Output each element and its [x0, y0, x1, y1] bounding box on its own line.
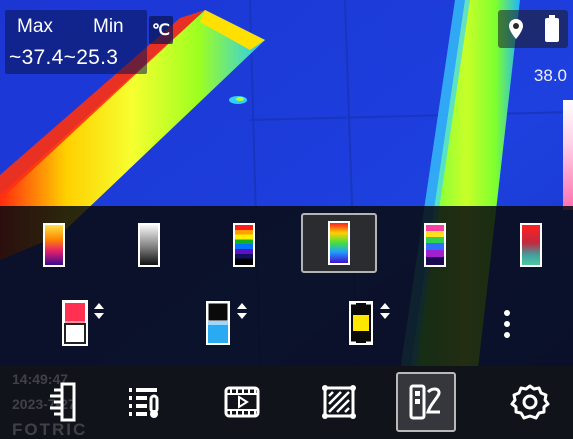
settings-gear-icon	[510, 384, 550, 420]
palette-rainbow-hc-swatch	[233, 223, 255, 267]
temperature-readout: Max Min ~37.4~25.3	[5, 10, 147, 74]
area-crop-button[interactable]	[309, 372, 369, 432]
location-pin-icon	[509, 19, 523, 39]
palette-whitehot-swatch	[138, 223, 160, 267]
scale-max-value: 38.0	[533, 66, 567, 85]
palette-edit-icon	[409, 384, 441, 420]
temperature-unit-badge[interactable]: ℃	[149, 16, 173, 44]
palette-whitehot[interactable]	[111, 215, 187, 275]
palette-ironbow-swatch	[43, 223, 65, 267]
level-span-low-icon[interactable]	[203, 293, 253, 353]
palette-ironbow[interactable]	[16, 215, 92, 275]
thermal-camera-screen: Max Min ~37.4~25.3 ℃ 38.0 14:49:47 2023-…	[0, 0, 573, 439]
palette-rainbow-swatch	[328, 221, 350, 265]
palette-edit-button[interactable]	[396, 372, 456, 432]
settings-button[interactable]	[500, 372, 560, 432]
status-indicators	[498, 10, 568, 48]
measure-list-button[interactable]	[115, 372, 175, 432]
ruler-button[interactable]	[30, 372, 90, 432]
video-icon	[224, 386, 260, 418]
color-scale-bar	[563, 100, 573, 210]
measure-list-icon	[129, 388, 159, 418]
more-icon[interactable]	[500, 310, 514, 346]
temperature-range-value: ~37.4~25.3	[9, 46, 119, 69]
area-crop-icon	[322, 385, 356, 419]
palette-red-green-swatch	[520, 223, 542, 267]
palette-rainbow-hc[interactable]	[206, 215, 282, 275]
palette-lava[interactable]	[397, 215, 473, 275]
palette-lava-swatch	[424, 223, 446, 267]
video-button[interactable]	[212, 372, 272, 432]
battery-icon	[545, 15, 559, 42]
isotherm-icon[interactable]	[346, 293, 396, 353]
min-label: Min	[93, 16, 124, 37]
palette-rainbow[interactable]	[301, 213, 377, 273]
level-span-high-icon[interactable]	[60, 293, 110, 353]
palette-red-green[interactable]	[493, 215, 569, 275]
max-label: Max	[17, 16, 53, 37]
ruler-icon	[50, 382, 76, 422]
